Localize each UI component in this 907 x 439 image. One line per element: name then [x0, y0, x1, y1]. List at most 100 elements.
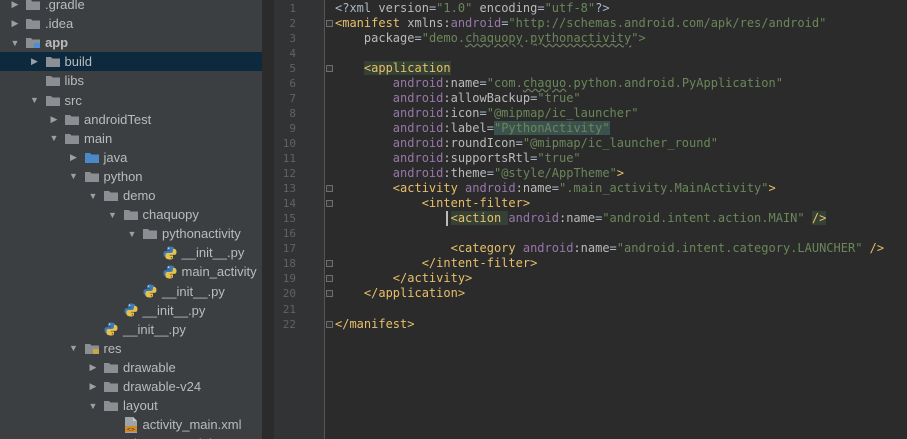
tree-item-label: __init__.py — [162, 283, 225, 299]
folder-icon — [143, 228, 157, 240]
code-line[interactable]: </activity> — [335, 271, 472, 286]
tree-item[interactable]: ▼ python — [0, 167, 262, 186]
code-line[interactable]: android:label="PythonActivity" — [335, 120, 610, 136]
chevron-right-icon[interactable]: ▶ — [30, 56, 40, 67]
chevron-down-icon[interactable]: ▼ — [69, 343, 79, 353]
tree-item[interactable]: ▶ build — [0, 52, 262, 72]
code-line[interactable]: <?xml version="1.0" encoding="utf-8"?> — [335, 1, 610, 16]
code-line[interactable]: <activity android:name=".main_activity.M… — [335, 181, 776, 196]
tree-item[interactable]: ▼ src — [0, 91, 262, 110]
code-token: :roundIcon — [443, 135, 516, 150]
tree-item[interactable]: ▶libs — [0, 71, 262, 90]
tree-item-label: build — [64, 54, 92, 70]
panel-splitter[interactable] — [262, 0, 274, 439]
code-line[interactable]: android:roundIcon="@mipmap/ic_launcher_r… — [335, 136, 718, 151]
fold-marker-icon[interactable] — [326, 275, 333, 283]
fold-marker-icon[interactable] — [326, 320, 333, 328]
chevron-down-icon[interactable]: ▼ — [88, 191, 98, 201]
folder-icon — [45, 95, 60, 106]
tree-item[interactable]: ▶ drawable-v24 — [0, 377, 262, 396]
tree-item[interactable]: ▼ layout — [0, 396, 262, 415]
chevron-right-icon[interactable]: ▶ — [69, 152, 79, 163]
chevron-right-icon[interactable]: ▶ — [49, 114, 59, 125]
chevron-down-icon[interactable]: ▼ — [69, 171, 79, 181]
chevron-down-icon[interactable]: ▼ — [30, 95, 40, 105]
tree-item-label: java — [103, 149, 128, 165]
fold-marker-icon[interactable] — [326, 290, 333, 298]
tree-item[interactable]: ▶<>activity_main.xml — [0, 415, 262, 434]
code-line[interactable]: android:icon="@mipmap/ic_launcher" — [335, 106, 639, 121]
code-line[interactable]: android:theme="@style/AppTheme"> — [335, 166, 624, 181]
line-number: 22 — [282, 317, 296, 331]
code-token: ?> — [595, 0, 610, 15]
code-line[interactable]: <category android:name="android.intent.c… — [335, 241, 885, 256]
line-number: 7 — [289, 91, 296, 105]
code-token: :name — [573, 241, 610, 256]
folder-icon — [104, 381, 118, 392]
folder-icon — [104, 362, 118, 373]
tree-item[interactable]: ▶ .gradle — [0, 0, 262, 14]
chevron-down-icon[interactable]: ▼ — [127, 229, 137, 239]
line-number: 9 — [289, 121, 296, 135]
tree-item-label: __init__.py — [181, 245, 245, 261]
tree-item[interactable]: ▶ java — [0, 148, 262, 167]
code-token: = — [551, 181, 559, 196]
code-token: :allowBackup — [443, 90, 531, 105]
code-token: android — [450, 15, 502, 30]
code-line[interactable]: </intent-filter> — [335, 256, 538, 271]
code-line[interactable]: </manifest> — [335, 317, 414, 332]
chevron-down-icon[interactable]: ▼ — [88, 401, 98, 411]
tree-item[interactable]: ▼ pythonactivity — [0, 224, 262, 243]
code-token: "android.intent.category.LAUNCHER" — [616, 241, 863, 256]
fold-marker-icon[interactable] — [326, 200, 333, 208]
tree-item[interactable]: ▶ androidTest — [0, 110, 262, 129]
tree-item[interactable]: ▼ res — [0, 339, 262, 358]
code-line[interactable]: android:name="com.chaquo.python.android.… — [335, 76, 783, 91]
chevron-right-icon[interactable]: ▶ — [88, 362, 98, 373]
line-number: 11 — [282, 152, 296, 165]
code-line[interactable]: <application — [335, 60, 451, 76]
code-token: android — [522, 241, 574, 256]
code-line[interactable]: android:allowBackup="true" — [335, 91, 581, 106]
code-token: :theme — [443, 166, 487, 181]
code-token: /> — [862, 241, 885, 256]
tree-item[interactable]: ▼ chaquopy — [0, 205, 262, 224]
code-token: android — [392, 120, 444, 135]
project-tree[interactable]: ▶.gradle▶.idea▼app▶build▶libs▼src▶androi… — [0, 0, 262, 439]
chevron-down-icon[interactable]: ▼ — [49, 133, 59, 143]
tree-item[interactable]: ▼ main — [0, 129, 262, 148]
tree-item[interactable]: ▶__init__.py — [0, 320, 262, 339]
tree-item[interactable]: ▼ demo — [0, 186, 262, 205]
tree-item[interactable]: ▼ app — [0, 33, 262, 52]
fold-marker-icon[interactable] — [326, 260, 333, 268]
code-line[interactable]: android:supportsRtl="true" — [335, 151, 581, 166]
code-editor[interactable]: <?xml version="1.0" encoding="utf-8"?> <m… — [335, 0, 907, 439]
code-line[interactable]: <intent-filter> — [335, 196, 530, 211]
tree-item[interactable]: ▶main_activity — [0, 262, 262, 281]
code-line[interactable]: <manifest xmlns:android="http://schemas.… — [335, 16, 826, 31]
python-file-icon — [124, 303, 138, 317]
tree-item-label: .idea — [45, 16, 74, 32]
tree-item[interactable]: ▶ drawable — [0, 358, 262, 377]
fold-marker-icon[interactable] — [326, 64, 333, 72]
tree-item[interactable]: ▶__init__.py — [0, 301, 262, 320]
chevron-right-icon[interactable]: ▶ — [10, 0, 20, 10]
code-token: android — [392, 166, 444, 181]
chevron-down-icon[interactable]: ▼ — [10, 38, 20, 48]
tree-item[interactable]: ▶__init__.py — [0, 282, 262, 301]
code-token: /> — [811, 211, 827, 226]
tree-item[interactable]: ▶mipmap-anydpi-v26 — [0, 434, 262, 439]
chevron-down-icon[interactable]: ▼ — [108, 210, 118, 220]
python-file-icon — [163, 265, 177, 279]
fold-marker-icon[interactable] — [326, 185, 333, 193]
code-token: = — [486, 120, 494, 135]
fold-marker-icon[interactable] — [326, 19, 333, 27]
chevron-right-icon[interactable]: ▶ — [88, 381, 98, 392]
code-line[interactable]: <action android:name="android.intent.act… — [335, 211, 827, 226]
tree-item[interactable]: ▶ .idea — [0, 14, 262, 33]
code-line[interactable]: </application> — [335, 286, 465, 301]
tree-item[interactable]: ▶__init__.py — [0, 243, 262, 262]
code-line[interactable]: package="demo.chaquopy.pythonactivity"> — [335, 31, 646, 46]
chevron-right-icon[interactable]: ▶ — [10, 18, 20, 29]
